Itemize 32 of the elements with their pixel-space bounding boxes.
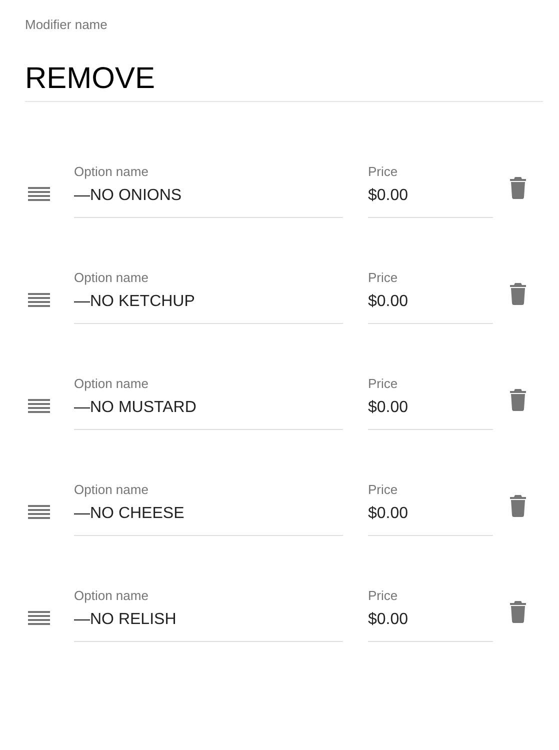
field-label: Option name [74, 164, 148, 180]
field-label: Option name [74, 482, 148, 498]
field-label: Price [368, 164, 398, 180]
option-name-field[interactable]: —NO ONIONS [74, 185, 343, 218]
option-name-field[interactable]: —NO RELISH [74, 609, 343, 642]
field-label: Option name [74, 376, 148, 392]
drag-handle-icon[interactable] [28, 504, 50, 520]
price-field[interactable]: $0.00 [368, 291, 493, 324]
drag-handle-icon[interactable] [28, 292, 50, 308]
delete-icon[interactable] [510, 601, 526, 623]
price-field[interactable]: $0.00 [368, 609, 493, 642]
price-field[interactable]: $0.00 [368, 397, 493, 430]
drag-handle-icon[interactable] [28, 186, 50, 202]
field-label: Option name [74, 270, 148, 286]
option-name-field[interactable]: —NO KETCHUP [74, 291, 343, 324]
drag-handle-icon[interactable] [28, 610, 50, 626]
delete-icon[interactable] [510, 495, 526, 517]
field-label: Price [368, 270, 398, 286]
modifier-name-field[interactable]: REMOVE [25, 61, 543, 102]
field-label: Modifier name [25, 17, 108, 33]
option-name-field[interactable]: —NO MUSTARD [74, 397, 343, 430]
field-label: Price [368, 482, 398, 498]
field-label: Price [368, 376, 398, 392]
field-label: Price [368, 588, 398, 604]
price-field[interactable]: $0.00 [368, 185, 493, 218]
option-name-field[interactable]: —NO CHEESE [74, 503, 343, 536]
delete-icon[interactable] [510, 283, 526, 305]
drag-handle-icon[interactable] [28, 398, 50, 414]
delete-icon[interactable] [510, 389, 526, 411]
field-label: Option name [74, 588, 148, 604]
delete-icon[interactable] [510, 177, 526, 199]
price-field[interactable]: $0.00 [368, 503, 493, 536]
